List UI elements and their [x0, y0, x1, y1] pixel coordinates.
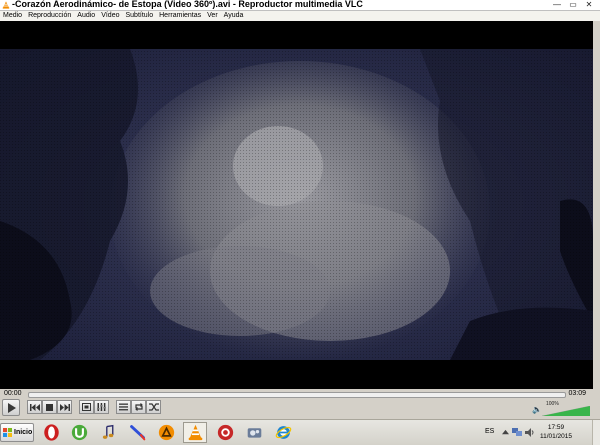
menu-herramientas[interactable]: Herramientas	[156, 11, 204, 21]
volume-slider[interactable]	[541, 405, 591, 417]
taskbar-app-red[interactable]	[213, 422, 237, 443]
menu-audio[interactable]: Audio	[74, 11, 98, 21]
avast-icon	[158, 424, 174, 441]
taskbar-app-music[interactable]	[96, 422, 120, 443]
close-button[interactable]: ✕	[582, 0, 596, 9]
clock-time: 17:59	[547, 424, 565, 431]
extended-settings-button[interactable]	[94, 400, 109, 414]
pen-icon	[129, 425, 145, 441]
gears-icon	[247, 428, 261, 438]
loop-button[interactable]	[131, 400, 146, 414]
maximize-button[interactable]: ▭	[566, 0, 580, 9]
menu-bar: Medio Reproducción Audio Vídeo Subtítulo…	[0, 11, 600, 21]
title-bar[interactable]: -Corazón Aerodinámico- de Estopa (Video …	[0, 0, 600, 11]
music-note-icon	[102, 424, 113, 439]
taskbar-app-pen[interactable]	[125, 422, 149, 443]
play-icon	[7, 402, 16, 413]
total-time: 03:09	[568, 390, 586, 397]
system-clock[interactable]: 17:59 11/01/2015	[538, 423, 574, 441]
fullscreen-icon	[82, 403, 91, 411]
menu-video[interactable]: Vídeo	[98, 11, 122, 21]
equalizer-icon	[97, 403, 106, 411]
menu-reproduccion[interactable]: Reproducción	[25, 11, 74, 21]
next-button[interactable]	[57, 400, 72, 414]
taskbar-app-utorrent[interactable]	[67, 422, 91, 443]
menu-ayuda[interactable]: Ayuda	[221, 11, 247, 21]
playlist-icon	[119, 403, 128, 411]
internet-explorer-icon	[275, 426, 291, 439]
loop-icon	[134, 403, 143, 411]
menu-subtitulo[interactable]: Subtítulo	[122, 11, 156, 21]
vlc-cone-icon	[2, 1, 10, 9]
menu-ver[interactable]: Ver	[204, 11, 221, 21]
start-button[interactable]: Inicio	[0, 423, 34, 442]
opera-icon	[43, 424, 59, 441]
window-edge	[593, 21, 600, 389]
vlc-cone-icon	[188, 424, 202, 441]
shuffle-button[interactable]	[146, 400, 161, 414]
windows-logo-icon	[3, 428, 12, 437]
taskbar-app-avast[interactable]	[154, 422, 178, 443]
stop-button[interactable]	[42, 400, 57, 414]
minimize-button[interactable]: —	[550, 0, 564, 9]
taskbar-app-vlc[interactable]	[183, 422, 207, 443]
taskbar-app-tools[interactable]	[242, 422, 266, 443]
window-title: -Corazón Aerodinámico- de Estopa (Video …	[12, 0, 363, 9]
taskbar-app-opera[interactable]	[39, 422, 63, 443]
show-desktop-button[interactable]	[592, 420, 600, 445]
taskbar: Inicio ES 17:59 11/01/2015	[0, 419, 600, 445]
stop-icon	[46, 403, 53, 411]
player-controls: 00:00 03:09 🔈 100%	[0, 389, 600, 419]
shuffle-icon	[148, 403, 159, 411]
playlist-button[interactable]	[116, 400, 131, 414]
network-icon[interactable]	[512, 427, 522, 437]
elapsed-time: 00:00	[4, 390, 22, 397]
play-button[interactable]	[2, 399, 20, 416]
video-frame	[0, 21, 593, 389]
seek-bar[interactable]	[28, 392, 566, 398]
utorrent-icon	[71, 424, 87, 441]
taskbar-app-ie[interactable]	[271, 422, 295, 443]
menu-medio[interactable]: Medio	[0, 11, 25, 21]
language-indicator[interactable]: ES	[485, 428, 494, 435]
skip-forward-icon	[59, 403, 70, 411]
video-display[interactable]	[0, 21, 593, 389]
fullscreen-button[interactable]	[79, 400, 94, 414]
volume-tray-icon[interactable]	[525, 427, 535, 437]
clock-date: 11/01/2015	[539, 433, 573, 440]
tray-arrow-icon[interactable]	[500, 427, 510, 437]
red-circle-icon	[217, 424, 233, 441]
speaker-icon[interactable]: 🔈	[532, 405, 542, 414]
previous-button[interactable]	[27, 400, 42, 414]
skip-back-icon	[29, 403, 40, 411]
start-label: Inicio	[14, 429, 33, 436]
